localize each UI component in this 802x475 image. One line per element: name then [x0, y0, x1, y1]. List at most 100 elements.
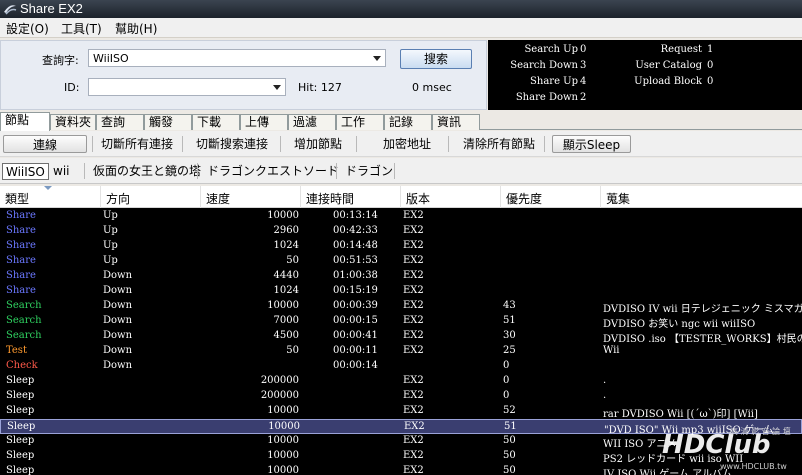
row-connect-time: 00:51:53	[333, 255, 378, 266]
show-sleep-toggle[interactable]: 顯示Sleep	[552, 135, 631, 153]
row-type: Share	[6, 285, 36, 296]
keyword-tab[interactable]: 仮面の女王と鏡の塔	[93, 163, 201, 180]
list-header: 類型 方向 速度 連接時間 版本 優先度 蒐集	[0, 186, 802, 208]
query-combo[interactable]: WiiISO	[88, 49, 386, 67]
stat-user-catalog-value: 0	[707, 60, 714, 71]
row-speed: 10000	[267, 210, 299, 221]
row-type: Share	[6, 270, 36, 281]
row-connect-time: 00:00:14	[333, 360, 378, 371]
tab-log[interactable]: 記錄	[384, 114, 432, 130]
row-speed: 200000	[260, 390, 299, 401]
tab-bar: 節點 資料夾 查詢 觸發 下載 上傳 過濾 工作 記錄 資訊	[0, 112, 802, 131]
keyword-bar: WiiISO wii 仮面の女王と鏡の塔 ドラゴンクエストソード ドラゴン	[0, 158, 802, 184]
tab-info[interactable]: 資訊	[432, 114, 480, 130]
tab-nodes[interactable]: 節點	[0, 112, 50, 131]
stat-search-up-value: 0	[580, 44, 587, 55]
column-header-connect-time[interactable]: 連接時間	[306, 190, 354, 207]
stat-request-value: 1	[707, 44, 714, 55]
node-row[interactable]: Search Down 7000 00:00:15 EX2 51 DVDISO お笑い ng…	[0, 314, 802, 330]
dropdown-arrow-icon[interactable]	[373, 56, 381, 61]
id-combo[interactable]	[88, 78, 286, 96]
disconnect-all-button[interactable]: 切斷所有連接	[97, 135, 177, 153]
tab-download[interactable]: 下載	[192, 114, 240, 130]
row-speed: 10000	[267, 300, 299, 311]
tab-folders[interactable]: 資料夾	[50, 114, 96, 130]
row-version: EX2	[403, 390, 424, 401]
encrypt-address-button[interactable]: 加密地址	[374, 135, 440, 153]
node-row[interactable]: Share Up 2960 00:42:33 EX2	[0, 224, 802, 239]
row-version: EX2	[403, 210, 424, 221]
clear-all-nodes-button[interactable]: 清除所有節點	[457, 135, 541, 153]
keyword-tab-selected[interactable]: WiiISO	[2, 163, 49, 180]
column-header-speed[interactable]: 速度	[206, 190, 230, 207]
row-type: Search	[6, 315, 42, 326]
column-divider[interactable]	[600, 186, 601, 208]
column-divider[interactable]	[200, 186, 201, 208]
stat-share-down-value: 2	[580, 92, 587, 103]
connect-button[interactable]: 連線	[3, 135, 87, 153]
stat-share-down-label: Share Down	[515, 92, 578, 103]
row-direction: Down	[103, 345, 133, 356]
node-row[interactable]: Check Down 00:00:14 0	[0, 359, 802, 374]
stat-upload-block-value: 0	[707, 76, 714, 87]
tab-query[interactable]: 查詢	[96, 114, 144, 130]
tab-filter[interactable]: 過濾	[288, 114, 336, 130]
column-header-direction[interactable]: 方向	[106, 190, 130, 207]
toolbar-divider	[280, 136, 281, 152]
node-row[interactable]: Search Down 4500 00:00:41 EX2 30 DVDISO .iso 【…	[0, 329, 802, 345]
row-type: Sleep	[6, 375, 35, 386]
node-row[interactable]: Sleep 200000 EX2 0.	[0, 389, 802, 404]
menu-help[interactable]: 幫助(H)	[115, 20, 157, 37]
tab-jobs[interactable]: 工作	[336, 114, 384, 130]
row-direction: Up	[103, 255, 118, 266]
column-header-version[interactable]: 版本	[406, 190, 430, 207]
menu-tools[interactable]: 工具(T)	[61, 20, 102, 37]
keyword-tab[interactable]: ドラゴンクエストソード	[207, 163, 339, 180]
row-direction: Down	[103, 300, 133, 311]
node-row[interactable]: Share Up 1024 00:14:48 EX2	[0, 239, 802, 254]
node-row[interactable]: Sleep 10000 EX2 52 rar DVDISO Wii [(´ω`)印] […	[0, 404, 802, 420]
add-node-button[interactable]: 增加節點	[286, 135, 350, 153]
dropdown-arrow-icon[interactable]	[273, 85, 281, 90]
search-button[interactable]: 搜索	[400, 49, 472, 69]
row-priority: 30	[503, 330, 516, 341]
toolbar-divider	[544, 136, 545, 152]
keyword-divider	[336, 163, 337, 179]
keyword-tab[interactable]: wii	[53, 163, 69, 180]
tab-upload[interactable]: 上傳	[240, 114, 288, 130]
column-divider[interactable]	[300, 186, 301, 208]
column-divider[interactable]	[400, 186, 401, 208]
row-version: EX2	[403, 435, 424, 446]
row-version: EX2	[403, 240, 424, 251]
row-version: EX2	[403, 330, 424, 341]
row-connect-time: 00:15:19	[333, 285, 378, 296]
node-row[interactable]: Share Up 10000 00:13:14 EX2	[0, 209, 802, 224]
column-header-collection[interactable]: 蒐集	[606, 190, 630, 207]
node-row[interactable]: Sleep 200000 EX2 0.	[0, 374, 802, 389]
column-divider[interactable]	[100, 186, 101, 208]
column-header-priority[interactable]: 優先度	[506, 190, 542, 207]
row-version: EX2	[403, 255, 424, 266]
row-version: EX2	[403, 405, 424, 416]
node-row[interactable]: Share Up 50 00:51:53 EX2	[0, 254, 802, 269]
tab-trigger[interactable]: 觸發	[144, 114, 192, 130]
row-priority: 51	[504, 421, 517, 432]
row-speed: 10000	[267, 465, 299, 475]
row-connect-time: 00:00:41	[333, 330, 378, 341]
keyword-divider	[84, 163, 85, 179]
disconnect-search-button[interactable]: 切斷搜索連接	[188, 135, 276, 153]
menu-settings[interactable]: 設定(O)	[6, 20, 49, 37]
row-type: Test	[6, 345, 27, 356]
row-priority: 51	[503, 315, 516, 326]
id-label: ID:	[64, 81, 80, 94]
keyword-tab[interactable]: ドラゴン	[345, 163, 393, 180]
node-row[interactable]: Test Down 50 00:00:11 EX2 25 Wii	[0, 344, 802, 359]
node-row[interactable]: Share Down 1024 00:15:19 EX2	[0, 284, 802, 299]
row-type: Share	[6, 210, 36, 221]
column-divider[interactable]	[500, 186, 501, 208]
column-header-type[interactable]: 類型	[5, 190, 29, 207]
node-row[interactable]: Share Down 4440 01:00:38 EX2	[0, 269, 802, 284]
row-type: Sleep	[7, 421, 36, 432]
row-version: EX2	[403, 300, 424, 311]
node-row[interactable]: Search Down 10000 00:00:39 EX2 43 DVDISO IV wi…	[0, 299, 802, 315]
